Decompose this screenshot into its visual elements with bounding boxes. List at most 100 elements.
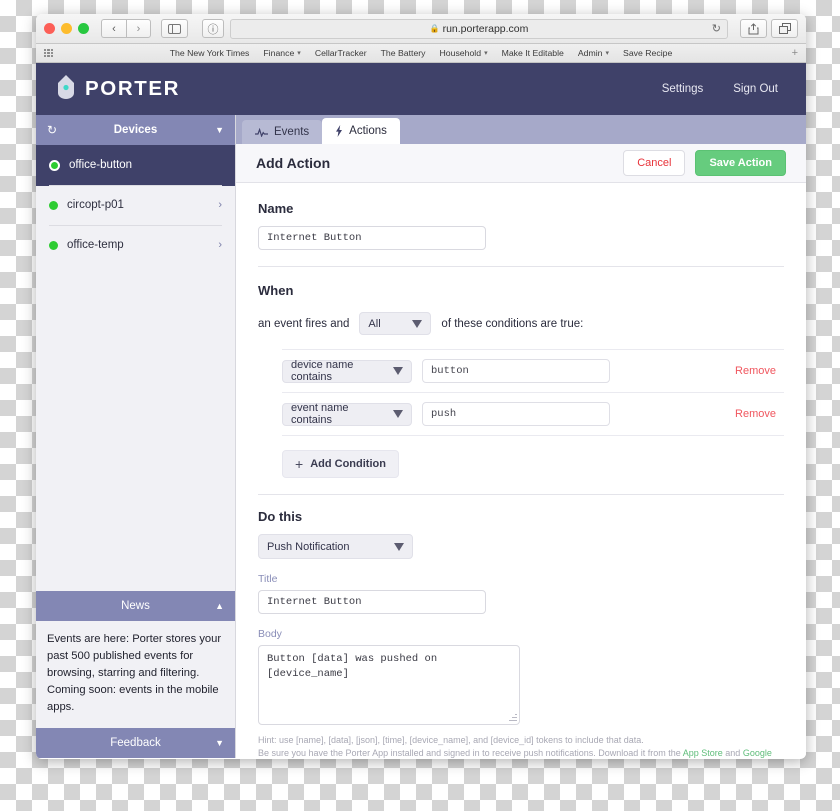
tab-strip: Events Actions [236,115,806,145]
action-form: Name Internet Button When an event fires… [236,183,806,758]
condition-type-select[interactable]: event name contains [282,402,412,427]
feedback-header[interactable]: Feedback ▼ [36,728,235,758]
maximize-window-button[interactable] [78,23,89,34]
action-buttons: Cancel Save Action [623,150,786,177]
address-bar-region: ⓘ 🔒 run.porterapp.com ↻ [202,18,728,39]
forward-icon[interactable]: › [126,19,151,38]
remove-condition-button[interactable]: Remove [735,365,784,377]
title-field-label: Title [258,573,278,586]
bookmark-item[interactable]: Make It Editable [502,48,564,58]
add-condition-button[interactable]: + Add Condition [282,450,399,479]
bookmark-item[interactable]: Save Recipe [623,48,672,58]
tab-label: Actions [349,125,387,138]
tab-events[interactable]: Events [242,120,323,145]
minimize-window-button[interactable] [61,23,72,34]
browser-toolbar: ‹ › ⓘ 🔒 run.porterapp.com ↻ [36,14,806,44]
status-indicator-online [49,200,58,210]
match-mode-select[interactable]: All [359,312,432,336]
condition-value-input[interactable]: push [422,402,610,427]
news-body: Events are here: Porter stores your past… [36,621,235,728]
page-title: Add Action [256,155,331,172]
device-name: office-temp [67,239,124,251]
app-store-link[interactable]: App Store [683,748,723,758]
devices-header: ↻ Devices ▼ [36,115,235,145]
name-input[interactable]: Internet Button [258,226,486,251]
main-content: Events Actions Add Action Cancel Save Ac… [236,115,806,758]
notification-body-textarea[interactable]: Button [data] was pushed on [device_name… [258,645,520,726]
resize-grip-icon[interactable] [508,713,517,722]
brand-name: PORTER [85,77,181,100]
reload-icon[interactable]: ↻ [712,22,721,35]
add-bookmark-button[interactable]: + [792,47,798,59]
bookmark-item[interactable]: Household ▾ [440,48,488,58]
hint-text: Hint: use [name], [data], [json], [time]… [258,734,784,758]
info-icon[interactable]: ⓘ [202,19,224,38]
chevron-down-icon [393,367,403,376]
url-text: run.porterapp.com [442,22,529,35]
sidebar-item-circopt-p01[interactable]: circopt-p01 › [36,185,235,225]
remove-condition-button[interactable]: Remove [735,408,784,420]
tab-actions[interactable]: Actions [322,118,400,145]
bookmark-item[interactable]: The Battery [381,48,426,58]
status-indicator-online [49,240,58,250]
when-prefix-text: an event fires and [258,317,350,330]
bookmark-label: The New York Times [169,48,250,58]
sidebar: ↻ Devices ▼ office-button circopt-p01 › … [36,115,236,758]
condition-type-value: device name contains [291,359,354,384]
device-name: circopt-p01 [67,199,124,211]
brand-logo[interactable]: PORTER [56,74,180,105]
name-section-title: Name [258,201,294,217]
sidebar-toggle-icon[interactable] [161,19,188,38]
close-window-button[interactable] [44,23,55,34]
notification-body-text: Button [data] was pushed on [device_name… [267,653,438,681]
hint-line-1: Hint: use [name], [data], [json], [time]… [258,735,644,746]
bookmark-label: Save Recipe [623,48,673,58]
chevron-down-icon: ▾ [484,50,488,57]
activity-pulse-icon [255,127,268,137]
action-type-select[interactable]: Push Notification [258,534,413,560]
chevron-down-icon: ▾ [605,50,610,57]
lightning-bolt-icon [335,125,343,138]
chevron-right-icon: › [218,199,222,211]
bookmark-item[interactable]: Finance ▾ [263,48,300,58]
toolbar-right-buttons [740,19,798,38]
bookmark-label: Finance [263,48,295,58]
chevron-down-icon: ▾ [297,50,301,57]
chevron-down-icon[interactable]: ▼ [215,738,224,748]
navigation-buttons: ‹ › [101,19,151,38]
action-type-value: Push Notification [267,540,350,553]
refresh-icon[interactable]: ↻ [47,123,57,137]
share-icon[interactable] [740,19,767,38]
condition-row: device name contains button Remove [282,349,784,392]
bookmark-item[interactable]: Admin ▾ [578,48,609,58]
chevron-right-icon: › [218,239,222,251]
header-nav: Settings Sign Out [662,83,786,95]
notification-title-input[interactable]: Internet Button [258,590,486,615]
app-header: PORTER Settings Sign Out [36,63,806,115]
condition-list: device name contains button Remove event… [258,349,784,437]
porter-app: PORTER Settings Sign Out ↻ Devices ▼ off… [36,63,806,758]
condition-type-select[interactable]: device name contains [282,359,412,384]
news-header[interactable]: News ▲ [36,591,235,621]
bookmark-item[interactable]: CellarTracker [315,48,367,58]
settings-link[interactable]: Settings [662,83,704,95]
bookmarks-bar: The New York Times Finance ▾ CellarTracke… [36,44,806,63]
hint-line-2-part-b: and [722,748,743,758]
do-section-title: Do this [258,509,303,525]
back-icon[interactable]: ‹ [101,19,126,38]
sign-out-link[interactable]: Sign Out [733,83,778,95]
condition-type-value: event name contains [291,402,349,427]
chevron-down-icon[interactable]: ▼ [215,125,224,135]
address-bar[interactable]: 🔒 run.porterapp.com ↻ [230,18,728,39]
porter-tag-logo [56,74,76,105]
sidebar-item-office-button[interactable]: office-button [36,145,235,186]
condition-value-input[interactable]: button [422,359,610,384]
bookmark-item[interactable]: The New York Times [170,48,250,58]
show-tabs-icon[interactable] [771,19,798,38]
sidebar-item-office-temp[interactable]: office-temp › [36,225,235,265]
condition-row: event name contains push Remove [282,392,784,437]
bookmark-label: CellarTracker [314,48,367,58]
chevron-up-icon[interactable]: ▲ [215,601,224,611]
cancel-button[interactable]: Cancel [623,150,686,177]
save-action-button[interactable]: Save Action [695,150,786,177]
